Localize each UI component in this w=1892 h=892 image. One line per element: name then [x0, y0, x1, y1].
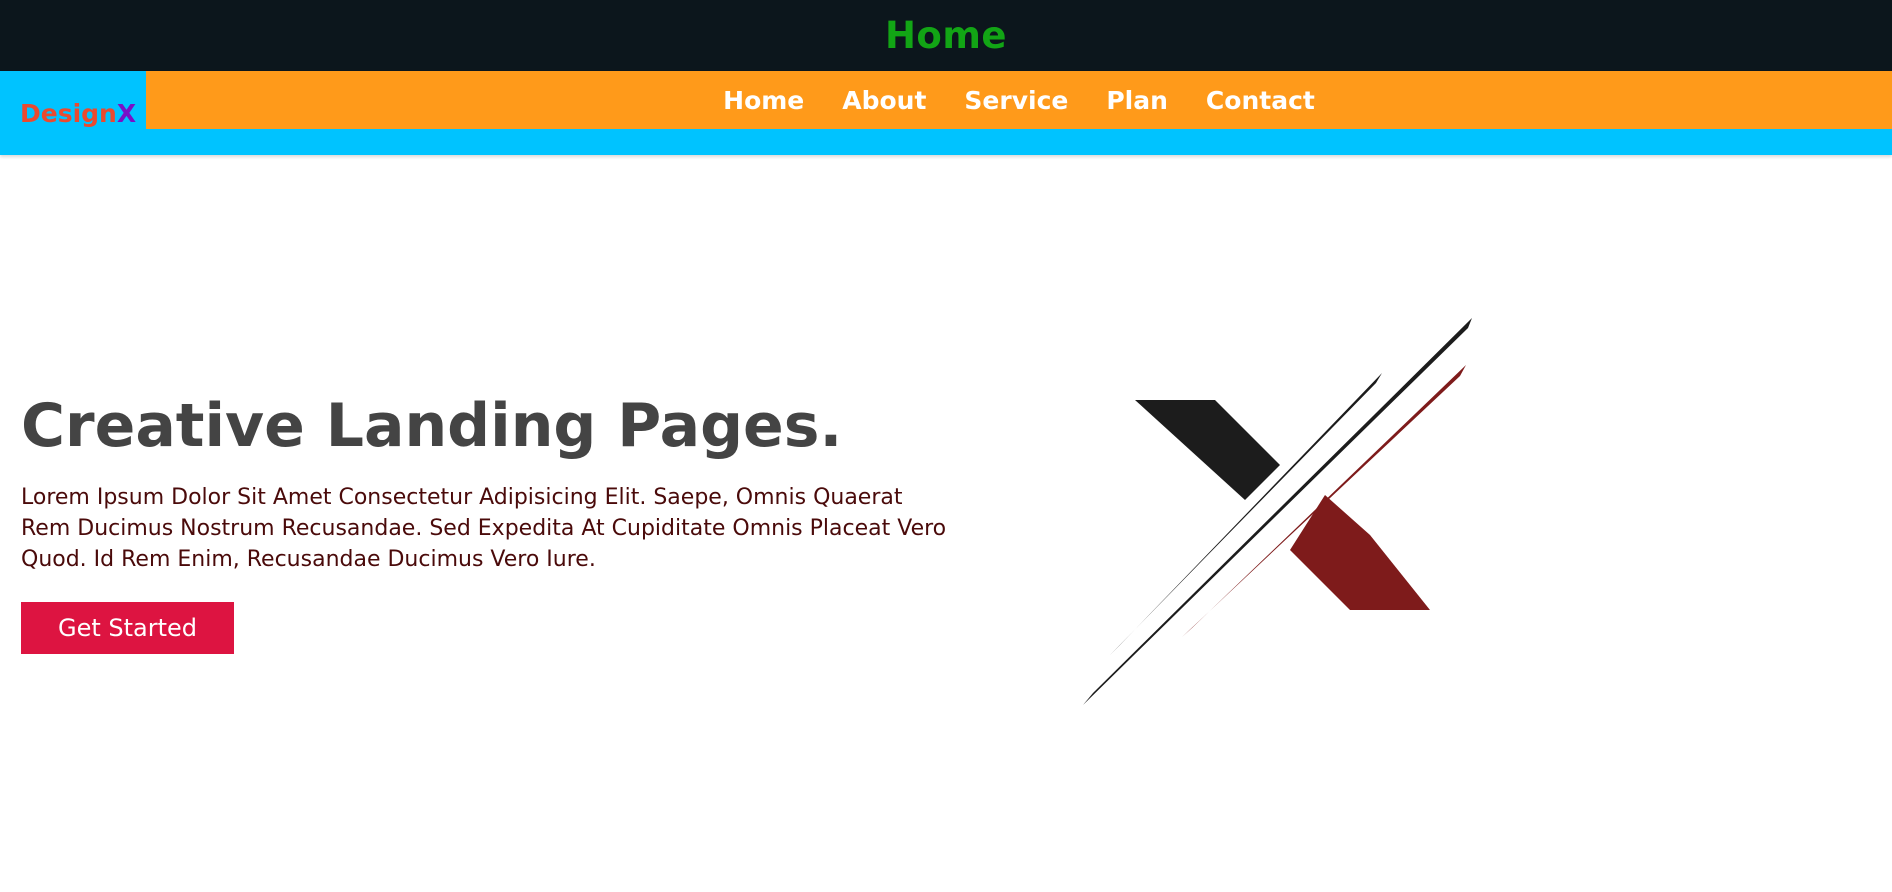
nav-item-plan[interactable]: Plan [1106, 86, 1168, 115]
site-header: DesignX Home About Service Plan Contact [0, 71, 1892, 155]
nav-item-contact[interactable]: Contact [1206, 86, 1315, 115]
hero-image [1070, 310, 1490, 710]
nav-item-home[interactable]: Home [723, 86, 804, 115]
hero-title: Creative Landing Pages. [21, 391, 843, 461]
brand-name-part1: Design [20, 99, 117, 128]
nav-item-about[interactable]: About [842, 86, 926, 115]
x-logo-icon [1083, 318, 1472, 705]
main-nav: Home About Service Plan Contact [146, 71, 1892, 129]
get-started-button[interactable]: Get Started [21, 602, 234, 654]
hero-section: Creative Landing Pages. Lorem Ipsum Dolo… [21, 384, 981, 654]
brand-name-part2: X [116, 99, 137, 128]
page-title: Home [884, 14, 1008, 57]
brand-logo[interactable]: DesignX [20, 99, 136, 128]
top-title-bar: Home [0, 0, 1892, 71]
hero-description: Lorem Ipsum Dolor Sit Amet Consectetur A… [21, 485, 947, 572]
nav-item-service[interactable]: Service [964, 86, 1068, 115]
